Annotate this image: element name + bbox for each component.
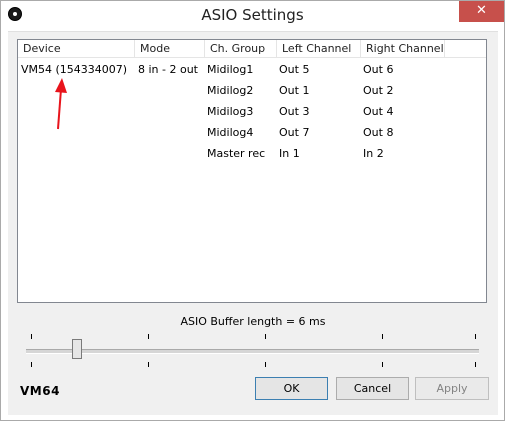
ch-group-cell[interactable]: Midilog1: [207, 60, 253, 80]
ch-group-cell[interactable]: Midilog3: [207, 102, 253, 122]
buffer-slider-thumb[interactable]: [72, 339, 82, 359]
right-channel-cell[interactable]: Out 6: [363, 60, 393, 80]
apply-button[interactable]: Apply: [415, 377, 489, 400]
ch-group-cell[interactable]: Midilog2: [207, 81, 253, 101]
asio-settings-window: ASIO Settings ✕ Device Mode Ch. Group Le…: [0, 0, 505, 421]
right-channel-cell[interactable]: Out 2: [363, 81, 393, 101]
column-header-right-channel[interactable]: Right Channel: [361, 40, 445, 57]
ok-button[interactable]: OK: [255, 377, 328, 400]
left-channel-cell[interactable]: In 1: [279, 144, 300, 164]
column-header-ch-group[interactable]: Ch. Group: [205, 40, 277, 57]
right-channel-cell[interactable]: Out 4: [363, 102, 393, 122]
close-icon: ✕: [476, 3, 487, 18]
slider-ticks-bottom: [8, 362, 498, 368]
ch-group-cell[interactable]: Midilog4: [207, 123, 253, 143]
column-header-mode[interactable]: Mode: [135, 40, 205, 57]
left-channel-cell[interactable]: Out 7: [279, 123, 309, 143]
close-button[interactable]: ✕: [459, 1, 504, 22]
buffer-length-label: ASIO Buffer length = 6 ms: [180, 315, 326, 328]
cancel-button[interactable]: Cancel: [336, 377, 409, 400]
vm64-logo: VM64: [20, 384, 60, 398]
right-channel-cell[interactable]: In 2: [363, 144, 384, 164]
window-title: ASIO Settings: [201, 6, 304, 24]
left-channel-cell[interactable]: Out 5: [279, 60, 309, 80]
dialog-client-area: Device Mode Ch. Group Left Channel Right…: [8, 31, 498, 415]
left-channel-cell[interactable]: Out 1: [279, 81, 309, 101]
channel-list[interactable]: Device Mode Ch. Group Left Channel Right…: [17, 39, 487, 303]
column-header-left-channel[interactable]: Left Channel: [277, 40, 361, 57]
mode-cell[interactable]: 8 in - 2 out: [138, 60, 198, 80]
ch-group-cell[interactable]: Master rec: [207, 144, 265, 164]
left-channel-cell[interactable]: Out 3: [279, 102, 309, 122]
red-arrow-icon: [55, 78, 67, 130]
right-channel-cell[interactable]: Out 8: [363, 123, 393, 143]
buffer-slider-track[interactable]: [26, 349, 479, 354]
title-bar[interactable]: ASIO Settings ✕: [1, 1, 504, 31]
